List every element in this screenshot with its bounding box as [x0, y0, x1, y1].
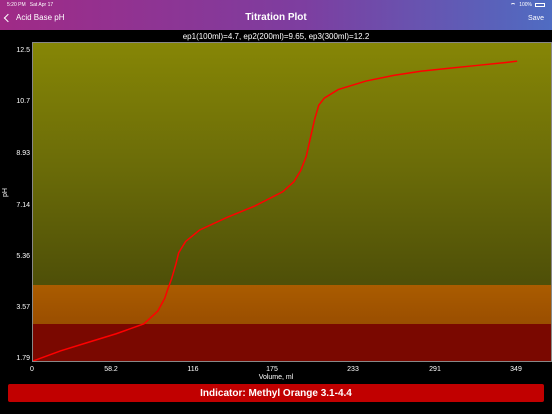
- y-axis-label: pH: [2, 188, 9, 197]
- status-time: 5:20 PM Sat Apr 17: [7, 2, 53, 8]
- battery-text: 100%: [519, 2, 532, 8]
- chart-plot-area: [32, 42, 552, 362]
- y-tick-label: 1.79: [16, 355, 30, 362]
- wifi-icon: [510, 3, 517, 7]
- titration-curve: [33, 60, 518, 361]
- y-tick-label: 10.7: [16, 98, 30, 105]
- x-tick-label: 349: [510, 366, 522, 373]
- x-tick-label: 0: [30, 366, 34, 373]
- save-button[interactable]: Save: [528, 15, 544, 22]
- battery-icon: [535, 3, 545, 7]
- navigation-bar: 5:20 PM Sat Apr 17 100% Acid Base pH Tit…: [0, 0, 552, 30]
- indicator-banner: Indicator: Methyl Orange 3.1-4.4: [8, 384, 544, 402]
- y-tick-label: 5.36: [16, 253, 30, 260]
- x-axis-label: Volume, ml: [258, 374, 294, 381]
- page-title: Titration Plot: [245, 12, 307, 23]
- x-tick-label: 175: [266, 366, 278, 373]
- y-tick-label: 12.5: [16, 47, 30, 54]
- x-tick-label: 233: [347, 366, 359, 373]
- y-tick-label: 3.57: [16, 304, 30, 311]
- status-time-label: 5:20 PM: [7, 2, 26, 8]
- x-tick-label: 291: [429, 366, 441, 373]
- status-right: 100%: [510, 2, 545, 8]
- plot-header: ep1(100ml)=4.7, ep2(200ml)=9.65, ep3(300…: [182, 32, 370, 41]
- status-date-label: Sat Apr 17: [29, 2, 54, 8]
- app-window: 5:20 PM Sat Apr 17 100% Acid Base pH Tit…: [0, 0, 552, 414]
- y-tick-label: 8.93: [16, 150, 30, 157]
- titration-chart: [33, 60, 518, 361]
- x-tick-label: 116: [187, 366, 199, 373]
- x-tick-label: 58.2: [104, 366, 118, 373]
- y-tick-label: 7.14: [16, 202, 30, 209]
